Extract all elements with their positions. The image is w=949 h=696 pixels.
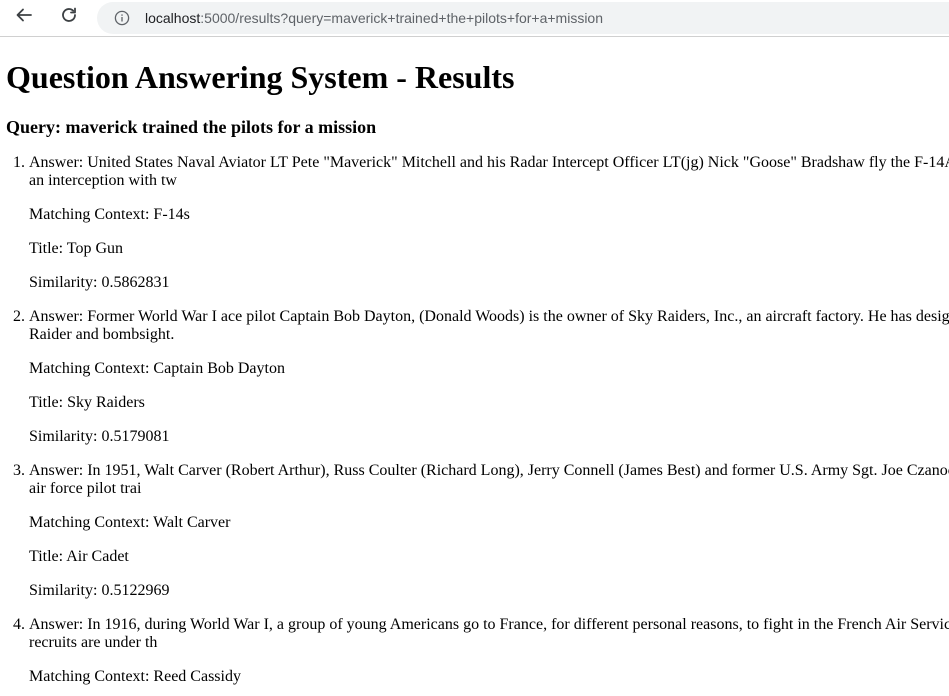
matching-context: Matching Context: Walt Carver xyxy=(29,514,231,531)
answer-text: Answer: In 1916, during World War I, a g… xyxy=(29,616,949,652)
query-heading: Query: maverick trained the pilots for a… xyxy=(6,117,377,137)
similarity-score: Similarity: 0.5122969 xyxy=(29,582,170,599)
answer-line: Raider and bombsight. xyxy=(29,326,175,343)
answer-line: Answer: In 1951, Walt Carver (Robert Art… xyxy=(29,462,949,479)
results-list: Answer: United States Naval Aviator LT P… xyxy=(6,154,949,686)
matching-context: Matching Context: Reed Cassidy xyxy=(29,668,241,685)
result-title: Title: Top Gun xyxy=(29,240,124,257)
result-item: Answer: United States Naval Aviator LT P… xyxy=(29,154,949,308)
answer-text: Answer: In 1951, Walt Carver (Robert Art… xyxy=(29,462,949,498)
similarity-score: Similarity: 0.5179081 xyxy=(29,428,170,445)
reload-icon xyxy=(60,6,78,29)
result-title: Title: Sky Raiders xyxy=(29,394,145,411)
answer-line: Answer: Former World War I ace pilot Cap… xyxy=(29,308,949,325)
back-button[interactable] xyxy=(10,3,38,31)
result-title: Title: Air Cadet xyxy=(29,548,129,565)
answer-line: recruits are under th xyxy=(29,634,158,651)
arrow-left-icon xyxy=(15,6,33,29)
answer-line: an interception with tw xyxy=(29,172,177,189)
answer-text: Answer: United States Naval Aviator LT P… xyxy=(29,154,949,190)
info-icon[interactable] xyxy=(114,10,130,26)
url-text[interactable]: localhost:5000/results?query=maverick+tr… xyxy=(145,10,603,26)
address-bar[interactable]: localhost:5000/results?query=maverick+tr… xyxy=(97,2,949,34)
similarity-score: Similarity: 0.5862831 xyxy=(29,274,170,291)
matching-context: Matching Context: Captain Bob Dayton xyxy=(29,360,285,377)
url-path: :5000/results?query=maverick+trained+the… xyxy=(200,10,603,26)
result-item: Answer: Former World War I ace pilot Cap… xyxy=(29,308,949,462)
result-item: Answer: In 1951, Walt Carver (Robert Art… xyxy=(29,462,949,616)
reload-button[interactable] xyxy=(55,3,83,31)
answer-line: air force pilot trai xyxy=(29,480,142,497)
answer-line: Answer: United States Naval Aviator LT P… xyxy=(29,154,949,171)
matching-context: Matching Context: F-14s xyxy=(29,206,190,223)
browser-toolbar: localhost:5000/results?query=maverick+tr… xyxy=(0,0,949,37)
page-title: Question Answering System - Results xyxy=(6,59,515,95)
url-host: localhost xyxy=(145,10,201,26)
page-content: Question Answering System - Results Quer… xyxy=(0,58,949,686)
result-item: Answer: In 1916, during World War I, a g… xyxy=(29,616,949,686)
answer-line: Answer: In 1916, during World War I, a g… xyxy=(29,616,949,633)
answer-text: Answer: Former World War I ace pilot Cap… xyxy=(29,308,949,344)
